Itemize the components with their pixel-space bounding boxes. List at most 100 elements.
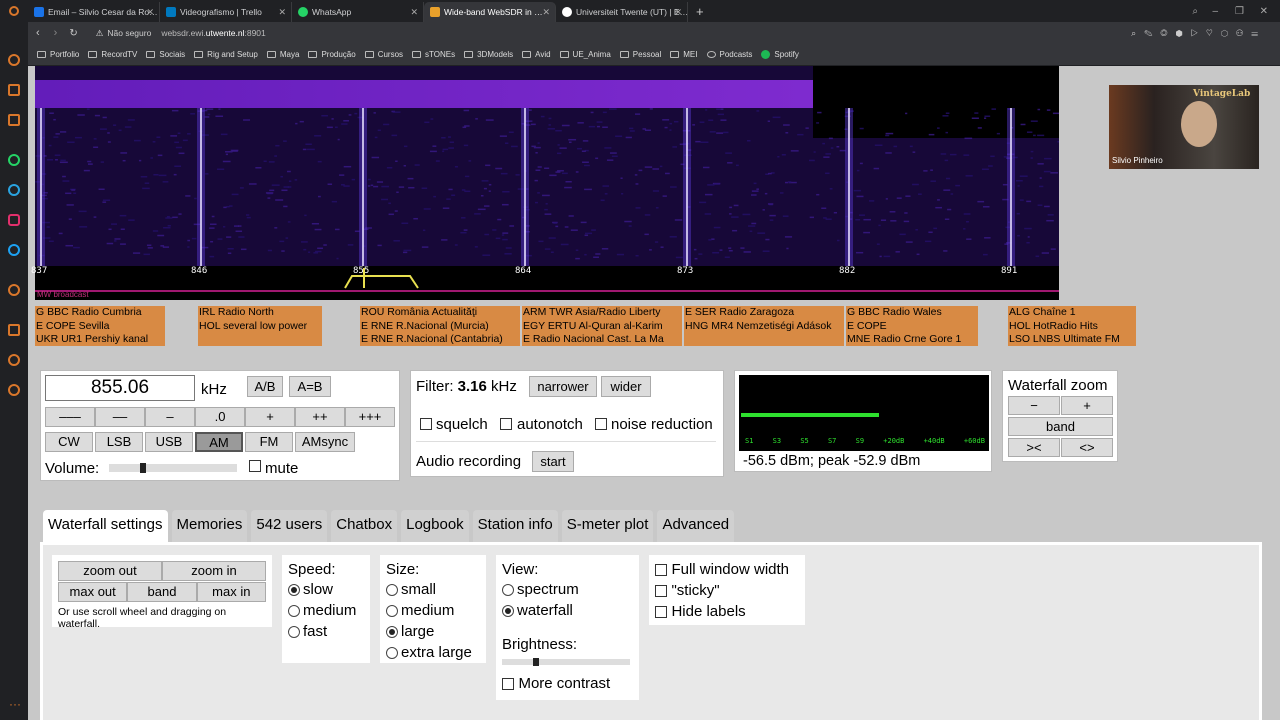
panel-tab[interactable]: Waterfall settings <box>43 510 168 542</box>
whatsapp-sidebar-icon[interactable] <box>8 154 20 166</box>
volume-slider[interactable] <box>109 463 237 473</box>
close-icon[interactable]: ✕ <box>146 7 154 18</box>
zoom-center-in-button[interactable]: >< <box>1008 438 1060 457</box>
wider-button[interactable]: wider <box>601 376 651 397</box>
station-label-group[interactable]: IRL Radio North HOL several low power <box>198 306 322 346</box>
station-name[interactable]: IRL Radio North <box>199 306 322 320</box>
tab-email[interactable]: Email – Silvio Cesar da Ro… ✕ <box>28 2 160 22</box>
panel-tab[interactable]: 542 users <box>251 510 328 542</box>
speed-radio[interactable] <box>288 583 300 596</box>
wf-band-button[interactable]: band <box>127 582 197 602</box>
station-label-group[interactable]: ALG Chaîne 1 HOL HotRadio Hits LSO LNBS Ul… <box>1008 306 1136 346</box>
size-option[interactable]: extra large <box>386 644 480 662</box>
waterfall-canvas[interactable] <box>35 66 1059 266</box>
a-equals-b-button[interactable]: A=B <box>289 376 331 397</box>
panel-tab[interactable]: Station info <box>472 510 558 542</box>
bookmark-12[interactable]: MEI <box>670 50 698 59</box>
step-button[interactable]: –– <box>95 407 145 427</box>
bookmark-13[interactable]: Podcasts <box>706 50 752 59</box>
bookmark-7[interactable]: sTONEs <box>412 50 455 59</box>
bookmark-14[interactable]: Spotify <box>761 50 799 59</box>
back-button[interactable]: ‹ <box>36 27 40 39</box>
station-name[interactable]: ARM TWR Asia/Radio Liberty <box>523 306 682 320</box>
squelch-checkbox[interactable] <box>420 418 432 430</box>
mute-checkbox[interactable] <box>249 460 261 472</box>
station-name[interactable]: ALG Chaîne 1 <box>1009 306 1136 320</box>
station-label-group[interactable]: ARM TWR Asia/Radio Liberty EGY ERTU Al-Qu… <box>522 306 682 346</box>
station-label-group[interactable]: G BBC Radio Wales E COPE MNE Radio Crne Go… <box>846 306 978 346</box>
bookmark-6[interactable]: Cursos <box>364 50 403 59</box>
tab-whatsapp[interactable]: WhatsApp ✕ <box>292 2 424 22</box>
tab-trello[interactable]: Videografismo | Trello ✕ <box>160 2 292 22</box>
brightness-slider[interactable] <box>502 658 630 666</box>
station-name[interactable]: HNG MR4 Nemzetiségi Adások <box>685 320 844 334</box>
step-button[interactable]: ––– <box>45 407 95 427</box>
station-name[interactable]: MNE Radio Crne Gore 1 <box>847 333 978 346</box>
bookmark-11[interactable]: Pessoal <box>619 50 661 59</box>
station-name[interactable]: HOL several low power <box>199 320 322 334</box>
panel-tab[interactable]: Memories <box>171 510 248 542</box>
close-icon[interactable]: ✕ <box>278 7 286 18</box>
size-radio[interactable] <box>386 583 398 596</box>
station-name[interactable]: E SER Radio Zaragoza <box>685 306 844 320</box>
view-radio[interactable] <box>502 583 514 596</box>
sticky-checkbox[interactable] <box>655 584 667 597</box>
news-icon[interactable] <box>8 114 20 126</box>
record-start-button[interactable]: start <box>532 451 574 472</box>
mode-button-cw[interactable]: CW <box>45 432 93 452</box>
edit-icon[interactable] <box>8 324 20 336</box>
speed-radio[interactable] <box>288 625 300 638</box>
security-label[interactable]: Não seguro <box>107 28 151 38</box>
tuning-passband-marker[interactable] <box>340 266 430 290</box>
step-button[interactable]: – <box>145 407 195 427</box>
station-name[interactable]: LSO LNBS Ultimate FM <box>1009 333 1136 346</box>
bookmark-10[interactable]: UE_Anima <box>559 50 611 59</box>
new-tab-button[interactable]: + <box>696 4 704 19</box>
hide-labels-checkbox[interactable] <box>655 605 667 618</box>
mode-button-am[interactable]: AM <box>195 432 243 452</box>
station-name[interactable]: E RNE R.Nacional (Cantabria) <box>361 333 520 346</box>
station-name[interactable]: UKR UR1 Pershiy kanal <box>36 333 165 346</box>
forward-button[interactable]: › <box>54 27 58 39</box>
full-width-checkbox[interactable] <box>655 563 667 576</box>
ab-button[interactable]: A/B <box>247 376 283 397</box>
bookmark-3[interactable]: Rig and Setup <box>194 50 258 59</box>
step-button[interactable]: + <box>245 407 295 427</box>
station-name[interactable]: G BBC Radio Cumbria <box>36 306 165 320</box>
speed-option[interactable]: fast <box>288 623 364 641</box>
player-icon[interactable] <box>8 284 20 296</box>
bookmark-1[interactable]: RecordTV <box>88 50 137 59</box>
panel-tab[interactable]: Advanced <box>657 510 735 542</box>
tab-websdr[interactable]: Wide-band WebSDR in … ✕ <box>424 2 556 22</box>
station-name[interactable]: HOL HotRadio Hits <box>1009 320 1136 334</box>
autonotch-checkbox[interactable] <box>500 418 512 430</box>
station-name[interactable]: E Radio Nacional Cast. La Ma <box>523 333 682 346</box>
speed-option[interactable]: medium <box>288 602 364 620</box>
zoom-band-button[interactable]: band <box>1008 417 1113 436</box>
station-label-group[interactable]: E SER Radio Zaragoza HNG MR4 Nemzetiségi … <box>684 306 844 346</box>
url-field[interactable]: websdr.ewi.utwente.nl:8901 <box>161 28 265 38</box>
size-option[interactable]: large <box>386 623 480 641</box>
waterfall-display[interactable] <box>35 66 1059 266</box>
panel-tab[interactable]: Logbook <box>401 510 469 542</box>
noise-reduction-checkbox[interactable] <box>595 418 607 430</box>
size-option[interactable]: small <box>386 581 480 599</box>
station-label-group[interactable]: G BBC Radio Cumbria E COPE Sevilla UKR UR1… <box>35 306 165 346</box>
size-radio[interactable] <box>386 625 398 638</box>
mode-button-amsync[interactable]: AMsync <box>295 432 355 452</box>
reload-button[interactable]: ↻ <box>69 28 77 39</box>
speed-option[interactable]: slow <box>288 581 364 599</box>
bookmark-5[interactable]: Produção <box>308 50 356 59</box>
close-icon[interactable]: ✕ <box>542 7 550 18</box>
bookmark-2[interactable]: Sociais <box>146 50 185 59</box>
wf-zoom-out-button[interactable]: zoom out <box>58 561 162 581</box>
more-icon[interactable]: ··· <box>9 697 21 711</box>
panel-tab[interactable]: Chatbox <box>331 510 398 542</box>
station-name[interactable]: EGY ERTU Al-Quran al-Karim <box>523 320 682 334</box>
bookmark-4[interactable]: Maya <box>266 50 299 59</box>
close-icon[interactable]: ✕ <box>410 7 418 18</box>
tab-utwente[interactable]: Universiteit Twente (UT) | E… ✕ <box>556 2 688 22</box>
speed-dial-icon[interactable] <box>8 54 20 66</box>
step-button[interactable]: ++ <box>295 407 345 427</box>
size-radio[interactable] <box>386 646 398 659</box>
